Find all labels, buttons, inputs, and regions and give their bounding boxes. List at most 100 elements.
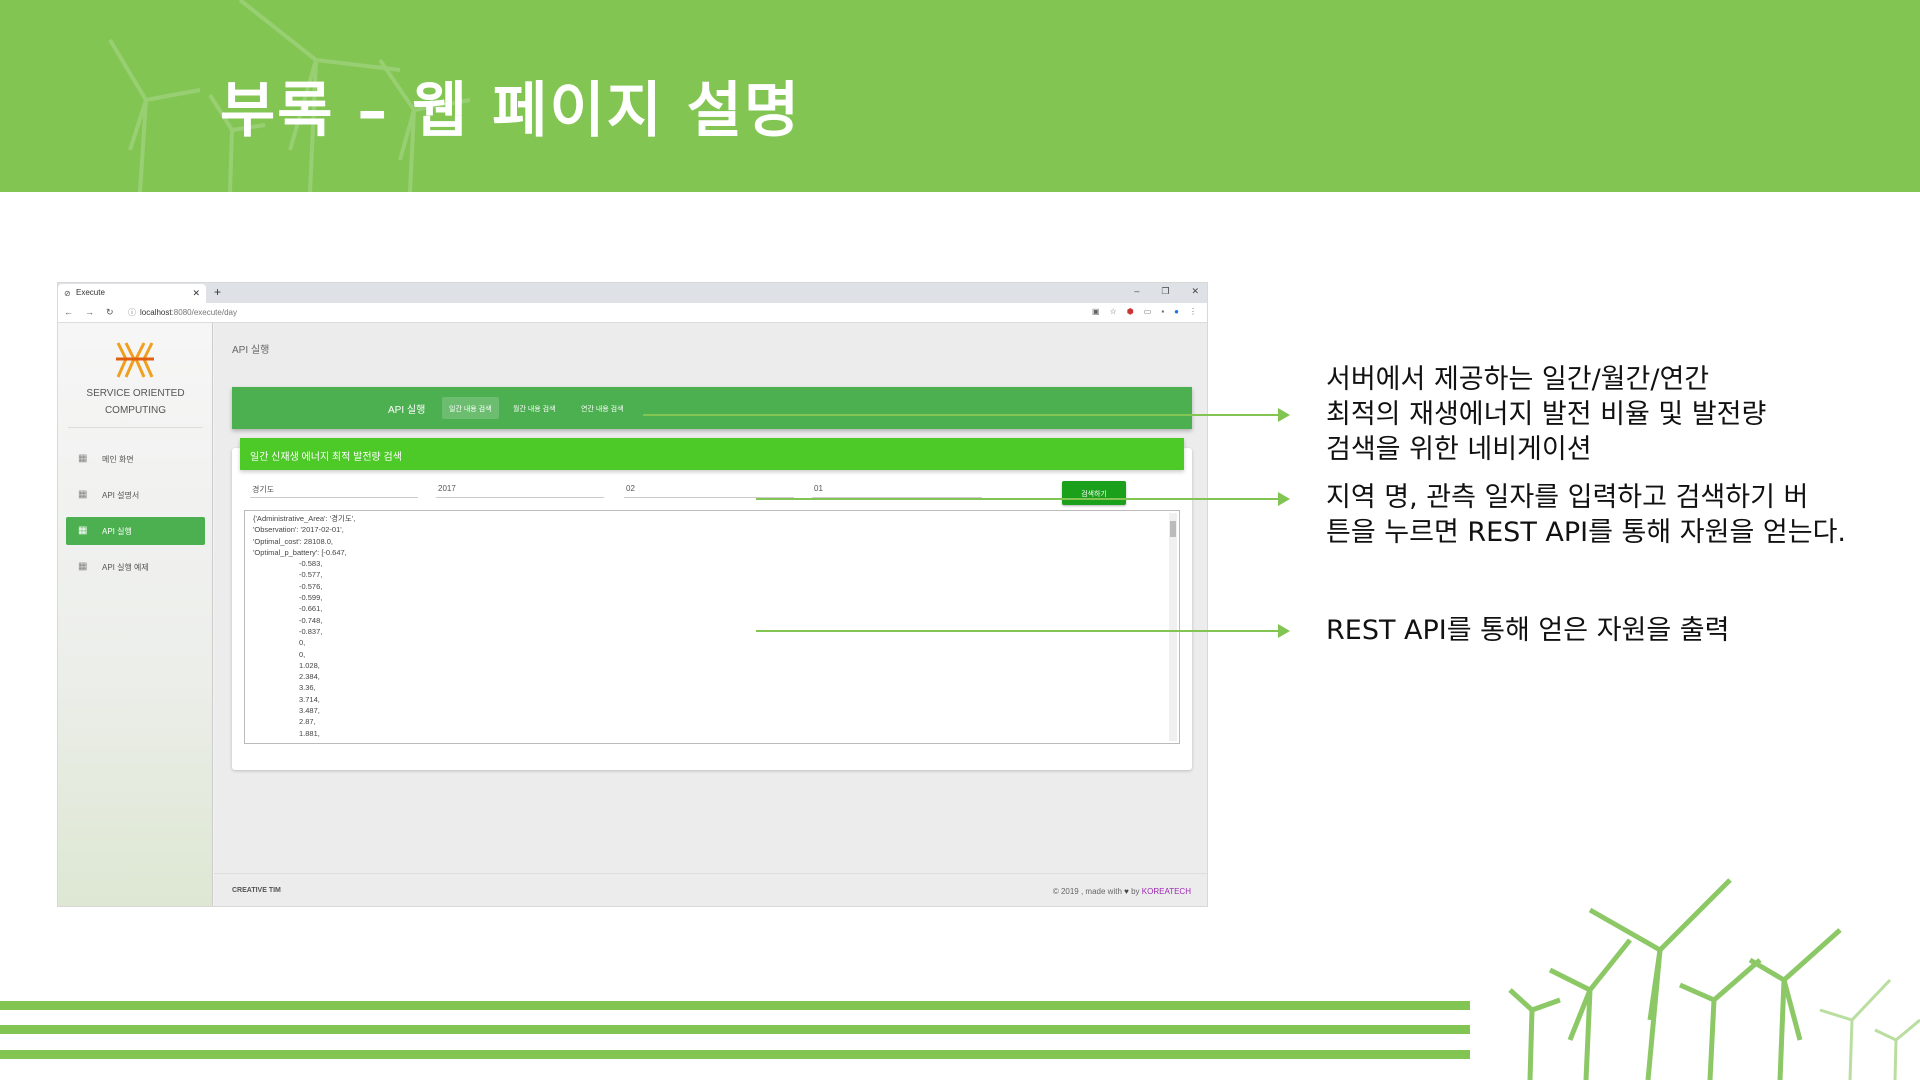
- result-line: 'Optimal_cost': 28108.0,: [253, 536, 333, 546]
- sidebar-item-api-docs[interactable]: ▦ API 설명서: [66, 481, 205, 509]
- result-line: {'Administrative_Area': '경기도',: [253, 514, 356, 523]
- dashboard-icon: ▦: [78, 453, 88, 464]
- close-tab-icon[interactable]: ✕: [192, 288, 200, 299]
- result-textarea[interactable]: {'Administrative_Area': '경기도', 'Observat…: [244, 510, 1180, 744]
- extension-icon[interactable]: ▭: [1144, 307, 1152, 316]
- slide: 부록 – 웹 페이지 설명 ⊘ Execute ✕ + – ❐ ✕ ← → ↻: [0, 0, 1920, 1080]
- breadcrumb: API 실행: [232, 345, 270, 356]
- note-line: 튼을 누르면 REST API를 통해 자원을 얻는다.: [1326, 517, 1847, 548]
- address-bar: ← → ↻ ⓘ localhost:8080/execute/day ▣ ☆ ⬢ …: [58, 303, 1207, 323]
- result-value: 2.384,: [299, 672, 320, 682]
- top-navigation: API 실행 일간 내용 검색 월간 내용 검색 연간 내용 검색: [232, 387, 1192, 429]
- search-card: 일간 신재생 에너지 최적 발전량 검색 경기도 2017 02 01 검색하기…: [232, 438, 1192, 770]
- annotation-arrow-nav: [643, 408, 1290, 422]
- restore-icon[interactable]: ❐: [1161, 286, 1169, 297]
- url-host: localhost: [140, 308, 172, 317]
- note-line: 지역 명, 관측 일자를 입력하고 검색하기 버: [1326, 482, 1809, 513]
- tab-daily-search[interactable]: 일간 내용 검색: [442, 397, 499, 419]
- browser-window: ⊘ Execute ✕ + – ❐ ✕ ← → ↻ ⓘ localhost:808…: [57, 282, 1208, 907]
- browser-tab-bar: ⊘ Execute ✕ + – ❐ ✕: [58, 283, 1207, 303]
- sidebar-item-api-examples[interactable]: ▦ API 실행 예제: [66, 553, 205, 581]
- slide-title: 부록 – 웹 페이지 설명: [220, 76, 802, 146]
- card-title: 일간 신재생 에너지 최적 발전량 검색: [240, 438, 1184, 470]
- tab-yearly-search[interactable]: 연간 내용 검색: [574, 397, 631, 419]
- tab-title: Execute: [76, 288, 105, 297]
- reload-icon[interactable]: ↻: [106, 307, 114, 318]
- result-value: 3.487,: [299, 706, 320, 716]
- dashboard-icon: ▦: [78, 489, 88, 500]
- year-input[interactable]: 2017: [436, 484, 604, 498]
- footer-divider: [214, 873, 1207, 874]
- shield-icon[interactable]: ⬢: [1127, 307, 1134, 316]
- annotation-arrow-output: [756, 624, 1290, 638]
- forward-icon[interactable]: →: [85, 307, 94, 318]
- sidebar-item-label: API 설명서: [102, 491, 140, 500]
- sidebar: SERVICE ORIENTED COMPUTING ▦ 메인 화면 ▦ API…: [58, 323, 213, 906]
- menu-icon[interactable]: ⋮: [1189, 307, 1197, 316]
- annotation-arrow-inputs: [756, 492, 1290, 506]
- result-value: 3.714,: [299, 694, 320, 704]
- result-scrollbar[interactable]: [1169, 513, 1177, 741]
- topnav-brand[interactable]: API 실행: [388, 401, 425, 416]
- month-input[interactable]: 02: [624, 484, 794, 498]
- header-banner: 부록 – 웹 페이지 설명: [0, 0, 1920, 192]
- decor-stripe: [0, 1025, 1470, 1034]
- note-line: 최적의 재생에너지 발전 비율 및 발전량: [1326, 399, 1767, 430]
- profile-icon[interactable]: ●: [1174, 307, 1179, 316]
- sidebar-item-label: API 실행: [102, 527, 132, 536]
- footer-credit[interactable]: CREATIVE TIM: [232, 887, 281, 894]
- bookmark-star-icon[interactable]: ☆: [1110, 307, 1117, 316]
- minimize-icon[interactable]: –: [1134, 286, 1139, 297]
- region-input[interactable]: 경기도: [250, 484, 418, 498]
- sidebar-item-label: API 실행 예제: [102, 563, 149, 572]
- footer-copyright: © 2019 , made with ♥ by KOREATECH: [1053, 887, 1191, 896]
- extension-icons: ▣ ☆ ⬢ ▭ ▪ ● ⋮: [1092, 307, 1197, 316]
- dashboard-icon: ▦: [78, 561, 88, 572]
- result-value: 1.028,: [299, 660, 320, 670]
- tab-monthly-search[interactable]: 월간 내용 검색: [506, 397, 563, 419]
- globe-icon: ⊘: [64, 289, 71, 298]
- translate-icon[interactable]: ▣: [1092, 307, 1100, 316]
- back-icon[interactable]: ←: [64, 307, 73, 318]
- result-line: 'Observation': '2017-02-01',: [253, 525, 344, 535]
- scrollbar-thumb[interactable]: [1170, 521, 1176, 537]
- note-line: 검색을 위한 네비게이션: [1326, 434, 1592, 465]
- sidebar-item-api-execute[interactable]: ▦ API 실행: [66, 517, 205, 545]
- info-icon: ⓘ: [128, 308, 136, 317]
- heart-icon: ♥: [1124, 887, 1129, 896]
- new-tab-icon[interactable]: +: [214, 285, 221, 299]
- note-inputs: 지역 명, 관측 일자를 입력하고 검색하기 버 튼을 누르면 REST API…: [1326, 480, 1846, 550]
- logo-icon: [116, 342, 154, 378]
- result-value: -0.661,: [299, 604, 323, 614]
- copyright-text: © 2019 , made with: [1052, 887, 1122, 896]
- result-value: 0,: [299, 649, 306, 659]
- decor-stripe: [0, 1001, 1470, 1010]
- result-line: 'Optimal_p_battery': [-0.647,: [253, 547, 347, 557]
- url-path: :8080/execute/day: [171, 308, 237, 317]
- sidebar-item-label: 메인 화면: [102, 455, 134, 464]
- logo-line-1: SERVICE ORIENTED: [86, 388, 185, 399]
- close-window-icon[interactable]: ✕: [1191, 286, 1199, 297]
- main-content: API 실행 API 실행 일간 내용 검색 월간 내용 검색 연간 내용 검색…: [214, 323, 1207, 906]
- day-input[interactable]: 01: [812, 484, 982, 498]
- result-value: -0.583,: [299, 559, 323, 569]
- search-button[interactable]: 검색하기: [1062, 481, 1126, 505]
- footer-brand-link[interactable]: KOREATECH: [1142, 887, 1191, 896]
- nav-buttons: ← → ↻: [64, 307, 114, 318]
- logo-line-2: COMPUTING: [104, 405, 167, 416]
- note-output: REST API를 통해 얻은 자원을 출력: [1326, 615, 1730, 646]
- result-value: 1.881,: [299, 728, 320, 738]
- result-value: 2.87,: [299, 717, 316, 727]
- note-navigation: 서버에서 제공하는 일간/월간/연간 최적의 재생에너지 발전 비율 및 발전량…: [1326, 362, 1766, 467]
- browser-tab[interactable]: ⊘ Execute ✕: [58, 284, 206, 303]
- note-line: 서버에서 제공하는 일간/월간/연간: [1326, 364, 1710, 395]
- dashboard-icon: ▦: [78, 525, 88, 536]
- sidebar-item-main[interactable]: ▦ 메인 화면: [66, 445, 205, 473]
- window-controls: – ❐ ✕: [1134, 286, 1199, 297]
- extension-icon[interactable]: ▪: [1161, 307, 1164, 316]
- result-value: -0.599,: [299, 593, 323, 603]
- decor-stripe: [0, 1050, 1470, 1059]
- copyright-by: by: [1131, 887, 1140, 896]
- result-value: 0,: [299, 638, 306, 648]
- url-field[interactable]: ⓘ localhost:8080/execute/day: [128, 307, 237, 318]
